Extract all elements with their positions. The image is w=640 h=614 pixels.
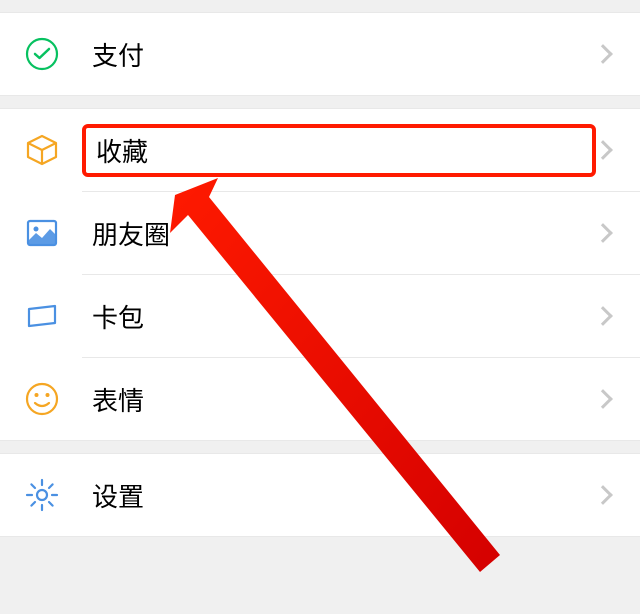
menu-item-favorites[interactable]: 收藏 (0, 109, 640, 191)
menu-item-label: 收藏 (82, 124, 596, 177)
me-settings-list: 支付 收藏 朋友圈 (0, 0, 640, 614)
section-features: 收藏 朋友圈 卡包 (0, 108, 640, 441)
menu-item-moments[interactable]: 朋友圈 (0, 192, 640, 274)
favorites-icon (24, 132, 60, 168)
menu-item-label: 卡包 (82, 294, 596, 339)
chevron-right-icon (593, 485, 613, 505)
pay-icon (24, 36, 60, 72)
menu-item-stickers[interactable]: 表情 (0, 358, 640, 440)
chevron-right-icon (593, 306, 613, 326)
menu-item-pay[interactable]: 支付 (0, 13, 640, 95)
moments-icon (24, 215, 60, 251)
chevron-right-icon (593, 389, 613, 409)
stickers-icon (24, 381, 60, 417)
section-settings: 设置 (0, 453, 640, 537)
cards-icon (24, 298, 60, 334)
section-gap (0, 0, 640, 12)
settings-icon (24, 477, 60, 513)
menu-item-cards[interactable]: 卡包 (0, 275, 640, 357)
menu-item-label: 设置 (82, 473, 596, 518)
menu-item-label: 支付 (82, 32, 596, 77)
menu-item-label: 表情 (82, 377, 596, 422)
chevron-right-icon (593, 140, 613, 160)
section-gap (0, 96, 640, 108)
menu-item-label: 朋友圈 (82, 211, 596, 256)
section-gap (0, 441, 640, 453)
section-pay: 支付 (0, 12, 640, 96)
chevron-right-icon (593, 223, 613, 243)
chevron-right-icon (593, 44, 613, 64)
menu-item-settings[interactable]: 设置 (0, 454, 640, 536)
